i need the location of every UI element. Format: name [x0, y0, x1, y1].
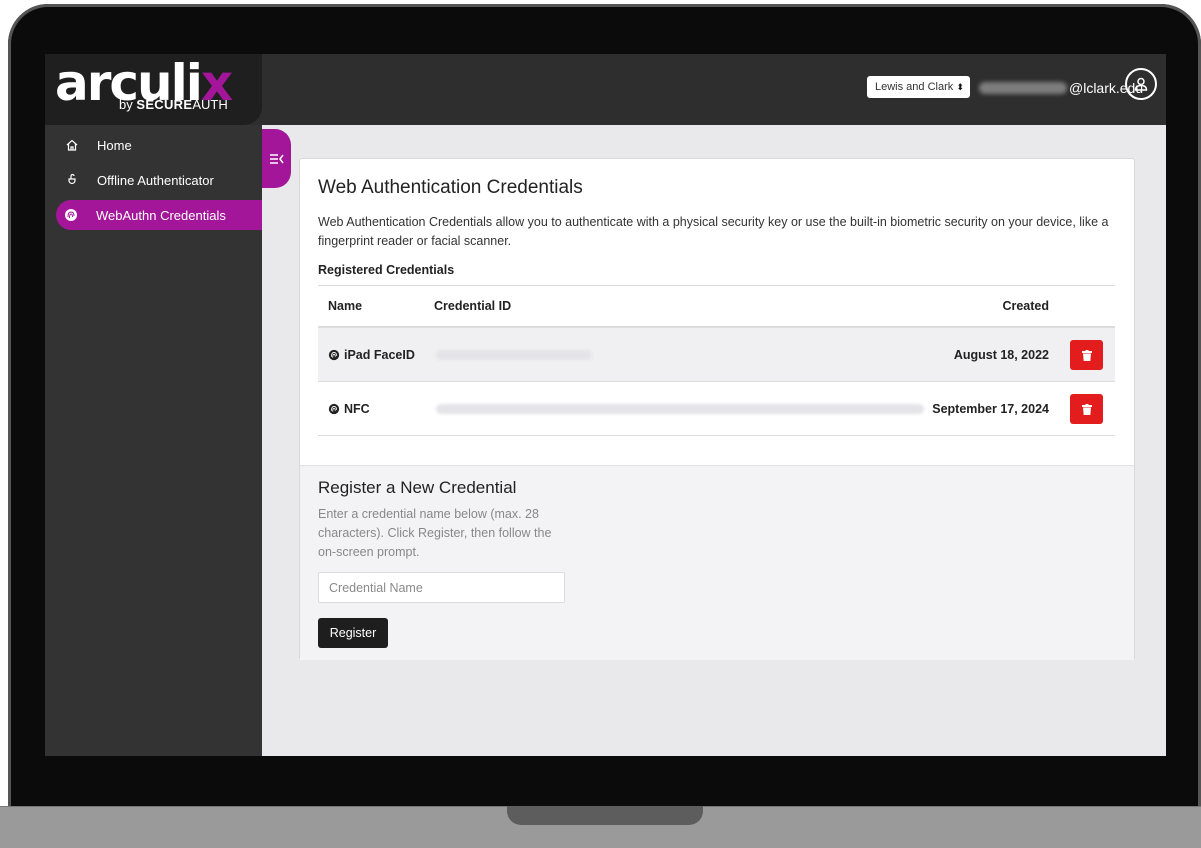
credential-name-text: NFC	[344, 401, 370, 416]
trash-icon	[1081, 349, 1092, 361]
credentials-card: Web Authentication Credentials Web Authe…	[299, 158, 1135, 660]
delete-credential-button[interactable]	[1070, 340, 1103, 370]
laptop-notch	[507, 806, 703, 825]
credential-created-date: August 18, 2022	[953, 347, 1049, 362]
table-row: iPad FaceID August 18, 2022	[318, 328, 1115, 382]
user-menu-button[interactable]	[1125, 68, 1157, 100]
user-icon	[1134, 77, 1148, 91]
trash-icon	[1081, 403, 1092, 415]
sidebar-item-label: WebAuthn Credentials	[96, 207, 226, 223]
redacted-username	[979, 82, 1067, 94]
credential-created-date: September 17, 2024	[932, 401, 1049, 416]
credential-name: iPad FaceID	[328, 328, 415, 381]
registered-credentials-heading: Registered Credentials	[318, 263, 455, 277]
sidebar-item-webauthn-credentials[interactable]: WebAuthn Credentials	[56, 200, 262, 230]
sidebar-item-offline-authenticator[interactable]: Offline Authenticator	[57, 165, 260, 195]
credentials-table: Name Credential ID Created iPad FaceID A…	[318, 285, 1115, 436]
column-header-created: Created	[1002, 299, 1049, 313]
column-header-credential-id: Credential ID	[434, 299, 512, 313]
table-row: NFC September 17, 2024	[318, 382, 1115, 436]
home-icon	[65, 138, 87, 152]
logo-sub-bold: SECURE	[136, 97, 193, 112]
logo-subtitle: by SECUREAUTH	[119, 97, 228, 112]
app-screen: arculix by SECUREAUTH Lewis and Clark ⬍ …	[45, 54, 1166, 756]
delete-credential-button[interactable]	[1070, 394, 1103, 424]
sidebar-item-label: Offline Authenticator	[97, 172, 214, 188]
credential-name: NFC	[328, 382, 370, 435]
sidebar: Home Offline Authenticator WebAuthn Cred…	[45, 125, 262, 756]
user-email: @lclark.edu	[979, 78, 1143, 98]
fingerprint-icon	[328, 349, 340, 361]
fingerprint-icon	[328, 403, 340, 415]
register-title: Register a New Credential	[318, 478, 517, 497]
organization-select[interactable]: Lewis and Clark ⬍	[867, 76, 970, 98]
register-button[interactable]: Register	[318, 618, 388, 648]
select-arrows-icon: ⬍	[956, 81, 964, 92]
credential-name-input[interactable]	[318, 572, 565, 603]
credential-id-redacted	[436, 404, 924, 414]
logo[interactable]: arculix by SECUREAUTH	[45, 54, 262, 125]
sidebar-item-label: Home	[97, 137, 132, 153]
top-bar: arculix by SECUREAUTH Lewis and Clark ⬍ …	[45, 54, 1166, 125]
page-title: Web Authentication Credentials	[318, 177, 583, 198]
logo-sub-prefix: by	[119, 97, 137, 112]
logo-sub-rest: AUTH	[192, 97, 228, 112]
table-header: Name Credential ID Created	[318, 285, 1115, 328]
fingerprint-icon	[64, 208, 86, 222]
credential-name-text: iPad FaceID	[344, 347, 415, 362]
sidebar-item-home[interactable]: Home	[57, 130, 260, 160]
sidebar-collapse-button[interactable]	[262, 129, 291, 188]
collapse-menu-icon	[269, 153, 284, 164]
offline-key-icon	[65, 173, 87, 187]
credential-id-redacted	[436, 350, 592, 360]
organization-select-value: Lewis and Clark	[875, 81, 954, 93]
column-header-name: Name	[328, 299, 363, 313]
register-help-text: Enter a credential name below (max. 28 c…	[318, 507, 552, 559]
page-description: Web Authentication Credentials allow you…	[318, 215, 1109, 248]
register-credential-section: Register a New Credential Enter a creden…	[300, 465, 1134, 660]
